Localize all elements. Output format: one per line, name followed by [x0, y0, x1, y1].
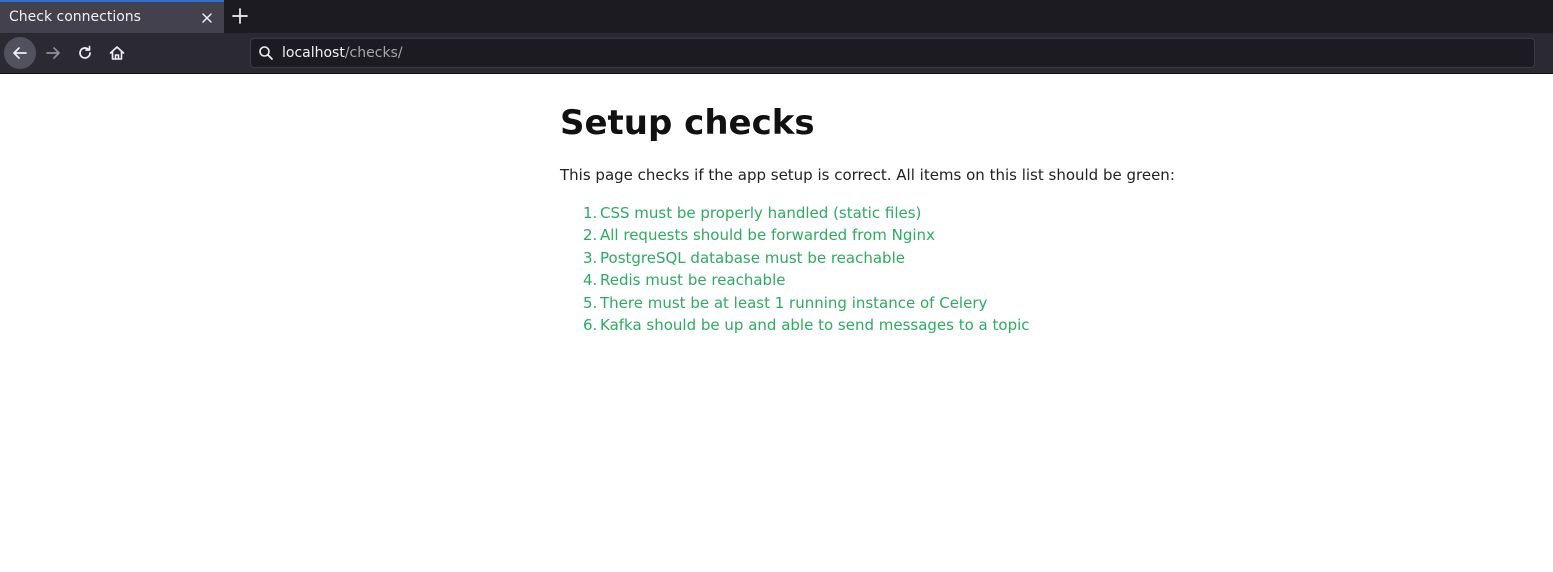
check-text: Redis must be reachable	[600, 271, 786, 290]
check-item-kafka: 6. Kafka should be up and able to send me…	[583, 314, 1360, 336]
tab-title: Check connections	[9, 9, 141, 25]
back-arrow-icon	[13, 47, 27, 59]
url-path: /checks/	[344, 45, 403, 61]
reload-button[interactable]	[69, 37, 101, 69]
check-item-postgresql: 3. PostgreSQL database must be reachable	[583, 247, 1360, 269]
forward-arrow-icon	[46, 47, 60, 59]
plus-icon[interactable]	[231, 7, 249, 25]
list-number: 5.	[583, 293, 598, 312]
list-number: 2.	[583, 226, 598, 245]
check-text: There must be at least 1 running instanc…	[600, 293, 988, 312]
check-text: All requests should be forwarded from Ng…	[600, 226, 935, 245]
check-item-celery: 5. There must be at least 1 running insta…	[583, 292, 1360, 314]
check-item-css: 1. CSS must be properly handled (static f…	[583, 202, 1360, 224]
navigation-toolbar: localhost/checks/	[0, 33, 1553, 74]
reload-icon	[79, 45, 91, 59]
check-text: Kafka should be up and able to send mess…	[600, 316, 1030, 335]
url-text[interactable]: localhost/checks/	[282, 45, 403, 61]
list-number: 6.	[583, 316, 598, 335]
list-number: 3.	[583, 248, 598, 267]
check-item-redis: 4. Redis must be reachable	[583, 269, 1360, 291]
list-number: 1.	[583, 204, 598, 222]
check-text: PostgreSQL database must be reachable	[600, 248, 905, 267]
check-item-nginx: 2. All requests should be forwarded from …	[583, 224, 1360, 246]
page-title: Setup checks	[560, 103, 815, 143]
browser-chrome: Check connections localhost/checks/	[0, 0, 1553, 74]
tab-check-connections[interactable]: Check connections	[0, 0, 224, 33]
url-bar[interactable]: localhost/checks/	[250, 38, 1535, 68]
home-icon	[109, 46, 125, 60]
check-list: 1. CSS must be properly handled (static f…	[560, 202, 1360, 336]
close-icon[interactable]	[199, 10, 215, 26]
check-text: CSS must be properly handled (static fil…	[600, 204, 922, 222]
list-number: 4.	[583, 271, 598, 290]
intro-text: This page checks if the app setup is cor…	[560, 166, 1175, 184]
tab-strip: Check connections	[0, 0, 1553, 33]
forward-button[interactable]	[37, 37, 69, 69]
home-button[interactable]	[101, 37, 133, 69]
back-button[interactable]	[4, 37, 36, 69]
url-host: localhost	[282, 45, 345, 61]
search-icon	[258, 45, 274, 65]
page-content: Setup checks This page checks if the app…	[560, 74, 1360, 336]
